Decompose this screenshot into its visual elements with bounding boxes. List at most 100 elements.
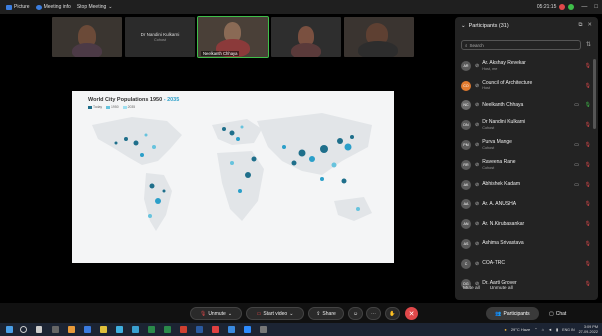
video-icon[interactable]: ▭ bbox=[574, 142, 579, 148]
mic-muted-icon[interactable]: 🎙︎ bbox=[585, 281, 591, 287]
language-indicator[interactable]: ENG IN bbox=[562, 328, 574, 332]
people-icon: 👥 bbox=[495, 310, 502, 317]
excel-icon[interactable] bbox=[164, 326, 171, 333]
maximize-icon[interactable]: □ bbox=[594, 4, 598, 10]
raise-hand-button[interactable]: ✋ bbox=[385, 307, 400, 320]
minimize-icon[interactable]: — bbox=[581, 4, 587, 10]
recording-icon[interactable] bbox=[559, 4, 566, 10]
volume-icon[interactable]: ◄ bbox=[548, 327, 552, 332]
mic-muted-icon[interactable]: 🎙︎ bbox=[585, 102, 591, 108]
share-icon: ⇪ bbox=[316, 310, 321, 317]
app-icon[interactable] bbox=[100, 326, 107, 333]
video-off-icon: ⊘ bbox=[475, 201, 480, 208]
zoom-icon[interactable] bbox=[244, 326, 251, 333]
chevron-up-icon[interactable]: ⌃ bbox=[534, 327, 537, 332]
leave-meeting-button[interactable]: ✕ bbox=[405, 307, 418, 320]
start-video-button[interactable]: ▭ Start video ⌄ bbox=[246, 307, 304, 320]
picture-menu[interactable]: Picture bbox=[6, 4, 30, 10]
participant-row[interactable]: AK ⊘ Abhishek Kadam ▭ 🎙︎ bbox=[461, 175, 593, 195]
mute-all-button[interactable]: Mute all bbox=[463, 286, 480, 291]
mic-muted-icon[interactable]: 🎙︎ bbox=[585, 201, 591, 207]
participant-row[interactable]: PM ⊘ Purva Mange Cohost ▭ 🎙︎ bbox=[461, 135, 593, 155]
participant-row[interactable]: RR ⊘ Raveena Rane Cohost ▭ 🎙︎ bbox=[461, 155, 593, 175]
share-button[interactable]: ⇪ Share bbox=[308, 307, 344, 320]
app-icon[interactable] bbox=[260, 326, 267, 333]
meeting-top-bar: Picture Meeting info Stop Meeting ⌄ 05:2… bbox=[0, 0, 602, 14]
excel-icon[interactable] bbox=[148, 326, 155, 333]
participant-name: COA-TRC bbox=[482, 260, 505, 267]
video-icon[interactable]: ▭ bbox=[574, 102, 579, 108]
mic-muted-icon[interactable]: 🎙︎ bbox=[585, 63, 591, 69]
chevron-down-icon: ⌄ bbox=[108, 4, 113, 10]
app-icon[interactable] bbox=[116, 326, 123, 333]
participant-row[interactable]: AA ⊘ Ar. A. ANUSHA 🎙︎ bbox=[461, 195, 593, 215]
participant-row[interactable]: AS ⊘ Ashima Srivastava 🎙︎ bbox=[461, 234, 593, 254]
participant-role: Cohost bbox=[482, 125, 495, 130]
mic-muted-icon[interactable]: 🎙︎ bbox=[585, 182, 591, 188]
unmute-button[interactable]: 🎙 Unmute ⌄ bbox=[190, 307, 242, 320]
tile-name: Neelkanth Chhaya bbox=[201, 51, 240, 56]
avatar: CO bbox=[461, 80, 471, 91]
video-off-icon: ⊘ bbox=[475, 82, 480, 89]
unmute-all-button[interactable]: Unmute all bbox=[490, 286, 513, 291]
app-icon[interactable] bbox=[84, 326, 91, 333]
mic-muted-icon[interactable]: 🎙︎ bbox=[585, 83, 591, 89]
video-off-icon: ⊘ bbox=[475, 260, 480, 267]
mic-muted-icon[interactable]: 🎙︎ bbox=[585, 142, 591, 148]
video-tile-no-camera[interactable]: Dr Nandini Kulkarni Cohost bbox=[125, 17, 195, 57]
close-icon[interactable]: ✕ bbox=[587, 22, 592, 29]
video-off-icon: ⊘ bbox=[475, 102, 480, 109]
participants-scrollbar[interactable] bbox=[593, 59, 596, 129]
search-icon[interactable] bbox=[20, 326, 27, 333]
meeting-info-menu[interactable]: Meeting info bbox=[35, 4, 71, 10]
participant-row[interactable]: AN ⊘ Ar. N.Kirubasankar 🎙︎ bbox=[461, 214, 593, 234]
hand-icon: ✋ bbox=[389, 310, 396, 317]
video-tile[interactable] bbox=[344, 17, 414, 57]
mic-muted-icon[interactable]: 🎙︎ bbox=[585, 122, 591, 128]
powerpoint-icon[interactable] bbox=[180, 326, 187, 333]
mic-muted-icon[interactable]: 🎙︎ bbox=[585, 162, 591, 168]
mic-muted-icon[interactable]: 🎙︎ bbox=[585, 241, 591, 247]
avatar: NC bbox=[461, 100, 471, 111]
video-tile-active-speaker[interactable]: Neelkanth Chhaya bbox=[197, 16, 269, 58]
acrobat-icon[interactable] bbox=[212, 326, 219, 333]
app-icon[interactable] bbox=[52, 326, 59, 333]
video-tile[interactable] bbox=[52, 17, 122, 57]
meeting-controls: 🎙 Unmute ⌄ ▭ Start video ⌄ ⇪ Share ☺ ⋯ ✋… bbox=[0, 303, 602, 323]
video-tile[interactable] bbox=[271, 17, 341, 57]
participant-row[interactable]: DN ⊘ Dr Nandini Kulkarni Cohost 🎙︎ bbox=[461, 115, 593, 135]
popout-icon[interactable]: ⧉ bbox=[578, 22, 582, 29]
video-icon[interactable]: ▭ bbox=[574, 182, 579, 188]
reactions-button[interactable]: ☺ bbox=[348, 307, 363, 320]
taskbar-clock[interactable]: 3:09 PM 27-09-2022 bbox=[579, 325, 598, 333]
battery-icon[interactable]: ▮ bbox=[556, 327, 558, 332]
mic-muted-icon[interactable]: 🎙︎ bbox=[585, 261, 591, 267]
mic-muted-icon[interactable]: 🎙︎ bbox=[585, 221, 591, 227]
video-off-icon: ⊘ bbox=[475, 142, 480, 149]
sort-icon[interactable]: ⇅ bbox=[586, 41, 591, 48]
video-icon[interactable]: ▭ bbox=[574, 162, 579, 168]
more-options-button[interactable]: ⋯ bbox=[366, 307, 381, 320]
participant-search-input[interactable]: ⌕ Search bbox=[461, 40, 581, 50]
chat-button[interactable]: ▢ Chat bbox=[549, 307, 566, 320]
start-icon[interactable] bbox=[6, 326, 13, 333]
close-icon: ✕ bbox=[408, 310, 415, 318]
participant-row[interactable]: CO ⊘ Council of Architecture Host 🎙︎ bbox=[461, 76, 593, 96]
participants-button[interactable]: 👥 Participants bbox=[486, 307, 539, 320]
avatar: AA bbox=[461, 199, 471, 210]
participants-panel: ⌄ Participants (31) ⧉ ✕ ⌕ Search ⇅ AR ⊘ Ar… bbox=[455, 17, 598, 300]
edge-icon[interactable] bbox=[132, 326, 139, 333]
participant-row[interactable]: C ⊘ COA-TRC 🎙︎ bbox=[461, 254, 593, 274]
participant-row[interactable]: AR ⊘ Ar. Akshay Revekar Host, me 🎙︎ bbox=[461, 56, 593, 76]
stop-meeting-menu[interactable]: Stop Meeting ⌄ bbox=[77, 4, 113, 10]
chat-icon: ▢ bbox=[549, 310, 554, 317]
chevron-down-icon[interactable]: ⌄ bbox=[461, 23, 466, 29]
app-icon[interactable] bbox=[228, 326, 235, 333]
task-view-icon[interactable] bbox=[36, 326, 42, 333]
participant-row[interactable]: NC ⊘ Neelkanth Chhaya ▭ 🎙︎ bbox=[461, 96, 593, 116]
word-icon[interactable] bbox=[196, 326, 203, 333]
avatar: AS bbox=[461, 239, 471, 250]
network-icon[interactable]: ⌂ bbox=[542, 327, 544, 332]
file-explorer-icon[interactable] bbox=[68, 326, 75, 333]
tile-role: Cohost bbox=[153, 37, 167, 42]
